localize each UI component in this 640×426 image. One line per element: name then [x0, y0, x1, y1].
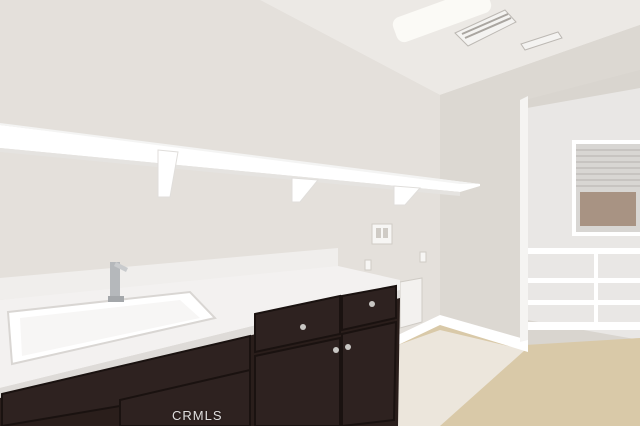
laundry-room-photo: CRMLS [0, 0, 640, 426]
water-outlet-box [371, 223, 393, 245]
cabinet-knob-icon [300, 324, 306, 330]
window-blinds-icon [572, 140, 640, 236]
cabinet-knob-icon [345, 344, 351, 350]
watermark: CRMLS [172, 408, 223, 423]
closet-doorway-frame [520, 96, 528, 342]
cabinet-door-right [341, 320, 398, 426]
room-illustration [0, 0, 640, 426]
dryer-vent-box [399, 277, 423, 329]
cabinet-knob-icon [369, 301, 375, 307]
wall-outlet-right [419, 251, 427, 263]
cabinet-knob-icon [333, 347, 339, 353]
wall-outlet [364, 259, 372, 271]
